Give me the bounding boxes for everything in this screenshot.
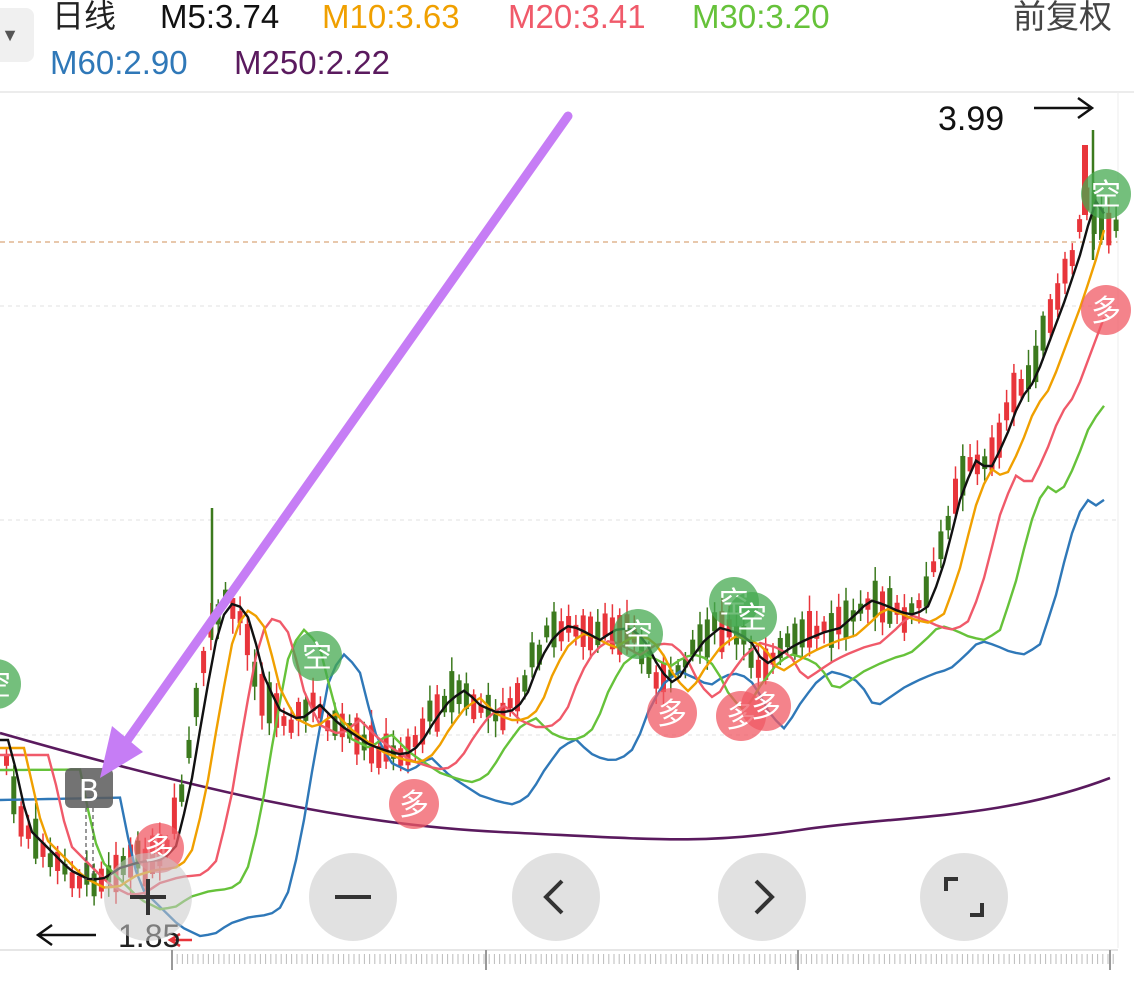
sell-signal-label: 空 bbox=[737, 601, 767, 636]
candlestick-chart[interactable]: 空空空空空空多多多多多多B bbox=[0, 0, 1134, 989]
candle-body bbox=[821, 621, 827, 632]
candle-body bbox=[11, 776, 17, 815]
high-price-value: 3.99 bbox=[938, 100, 1005, 138]
sell-signal-label: 空 bbox=[1091, 178, 1121, 213]
candle-body bbox=[755, 659, 761, 678]
candle-body bbox=[931, 561, 937, 573]
chevron-right-icon bbox=[754, 879, 775, 915]
low-arrow-icon bbox=[35, 923, 96, 947]
candle-body bbox=[47, 853, 53, 868]
plus-icon bbox=[130, 879, 166, 915]
sell-signal-label: 空 bbox=[302, 640, 332, 675]
candle-body bbox=[77, 875, 82, 889]
candle-body bbox=[923, 576, 929, 607]
candle-body bbox=[244, 624, 250, 656]
candle-body bbox=[179, 784, 185, 802]
candle-body bbox=[566, 616, 572, 633]
candle-body bbox=[1018, 378, 1024, 396]
zoom-in-button[interactable] bbox=[104, 853, 192, 941]
candle-body bbox=[201, 650, 207, 674]
candle-body bbox=[1011, 372, 1017, 413]
high-arrow-icon bbox=[1034, 96, 1095, 120]
candle-body bbox=[602, 613, 608, 637]
chart-grid bbox=[0, 91, 1134, 948]
candle-body bbox=[69, 872, 75, 889]
ma20-line bbox=[0, 317, 1106, 896]
candle-body bbox=[1047, 299, 1053, 333]
candle-body bbox=[1040, 315, 1046, 351]
candle-body bbox=[595, 621, 601, 646]
candle-body bbox=[544, 625, 550, 638]
fullscreen-icon bbox=[944, 877, 984, 917]
candle-body bbox=[551, 611, 557, 648]
ma250-curve bbox=[0, 731, 1111, 841]
candle-body bbox=[945, 515, 951, 531]
candle-body bbox=[880, 591, 885, 623]
candle-body bbox=[186, 739, 192, 759]
candle-body bbox=[843, 600, 849, 639]
buy-signal-label: 多 bbox=[657, 697, 687, 732]
trade-signals: 空空空空空空多多多多多多B bbox=[0, 96, 1131, 948]
chevron-left-icon bbox=[543, 879, 564, 915]
sell-signal-label: 空 bbox=[623, 618, 653, 653]
candle-body bbox=[91, 873, 97, 897]
candle-body bbox=[84, 862, 90, 885]
scroll-right-button[interactable] bbox=[718, 853, 806, 941]
candle-body bbox=[1077, 219, 1083, 232]
candle-body bbox=[1055, 283, 1061, 310]
high-price-label: 3.99 bbox=[938, 100, 1004, 139]
candle-body bbox=[1113, 219, 1119, 232]
candle-body bbox=[1062, 258, 1068, 284]
buy-signal-label: 多 bbox=[399, 788, 429, 823]
minus-icon bbox=[335, 895, 371, 899]
buy-signal-label: 多 bbox=[1091, 294, 1121, 329]
candle-body bbox=[522, 675, 528, 692]
candle-body bbox=[792, 623, 798, 655]
candle-body bbox=[785, 633, 791, 648]
candle-body bbox=[1004, 402, 1010, 421]
candle-body bbox=[259, 673, 265, 716]
buy-marker-label: B bbox=[79, 774, 100, 809]
fullscreen-button[interactable] bbox=[920, 853, 1008, 941]
kline-chart-screen: ▼ 日线 M5:3.74 M10:3.63 M20:3.41 M30:3.20 … bbox=[0, 0, 1134, 989]
candle-body bbox=[18, 806, 24, 837]
candle-body bbox=[507, 698, 513, 709]
candle-body bbox=[529, 642, 535, 668]
sell-signal-label: 空 bbox=[0, 668, 11, 703]
candle-body bbox=[281, 716, 287, 726]
candle-body bbox=[916, 600, 922, 609]
ma250-line bbox=[0, 731, 1111, 841]
candle-body bbox=[288, 719, 294, 733]
buy-signal-label: 多 bbox=[751, 690, 781, 725]
annotation-arrow bbox=[100, 111, 573, 778]
candle-body bbox=[193, 687, 199, 718]
candle-body bbox=[1069, 250, 1075, 267]
candle-body bbox=[938, 531, 944, 560]
candle-body bbox=[653, 672, 659, 689]
candle-body bbox=[427, 700, 433, 722]
candle-body bbox=[872, 580, 878, 618]
candle-body bbox=[449, 671, 455, 713]
candle-body bbox=[836, 606, 842, 635]
candle-body bbox=[230, 598, 236, 619]
candlesticks bbox=[4, 130, 1119, 906]
candle-body bbox=[807, 611, 812, 648]
scroll-left-button[interactable] bbox=[512, 853, 600, 941]
zoom-out-button[interactable] bbox=[309, 853, 397, 941]
